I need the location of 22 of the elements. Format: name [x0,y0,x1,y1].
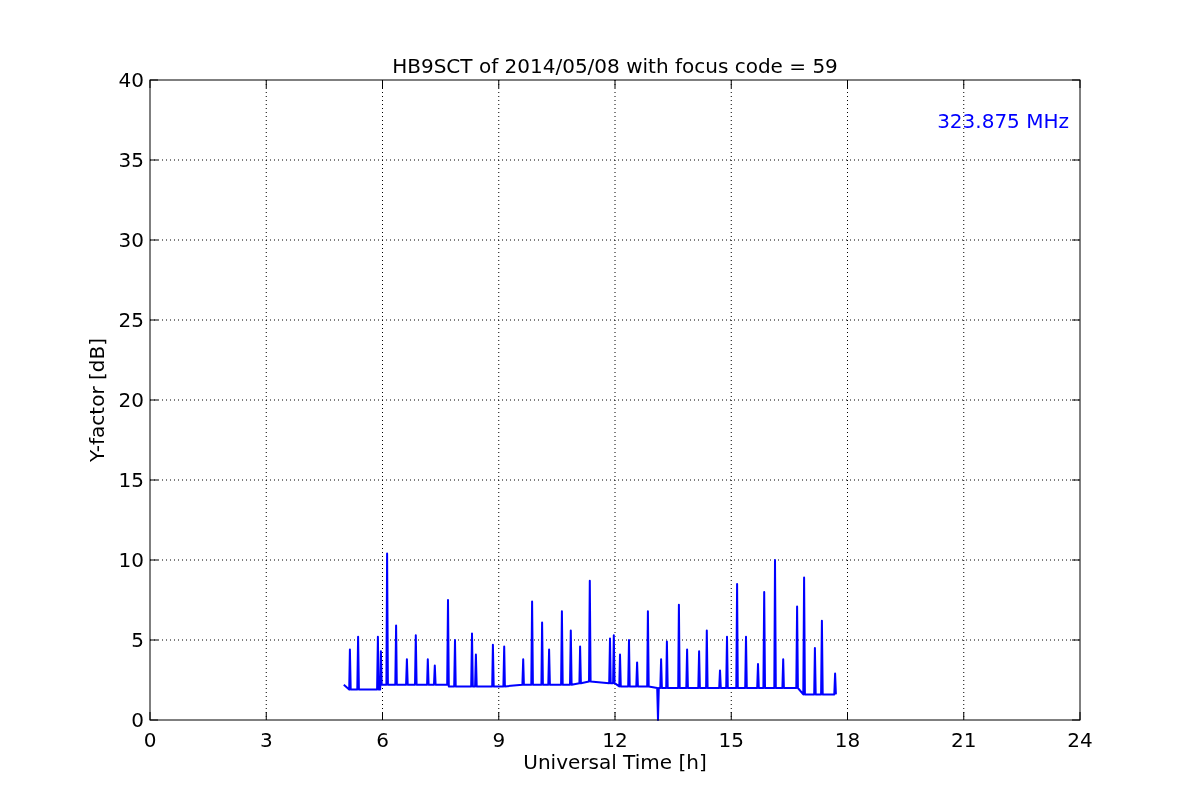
tick-label: 40 [118,68,144,92]
chart-title: HB9SCT of 2014/05/08 with focus code = 59 [392,54,838,78]
tick-label: 10 [118,548,144,572]
tick-label: 30 [118,228,144,252]
y-axis-label: Y-factor [dB] [85,338,109,462]
tick-label: 18 [834,728,861,752]
frequency-label: 323.875 MHz [937,109,1069,133]
tick-label: 21 [951,728,977,752]
tick-label: 0 [143,728,157,752]
tick-label: 15 [118,468,144,492]
tick-label: 25 [118,308,144,332]
tick-label: 6 [376,728,389,752]
tick-label: 5 [131,628,144,652]
tick-label: 35 [118,148,144,172]
tick-label: 3 [259,728,273,752]
tick-label: 12 [602,728,628,752]
tick-label: 0 [131,708,144,732]
tick-label: 20 [118,388,144,412]
x-axis-label: Universal Time [h] [523,750,707,774]
tick-label: 15 [718,728,744,752]
tick-label: 24 [1067,728,1093,752]
tick-label: 9 [492,728,506,752]
